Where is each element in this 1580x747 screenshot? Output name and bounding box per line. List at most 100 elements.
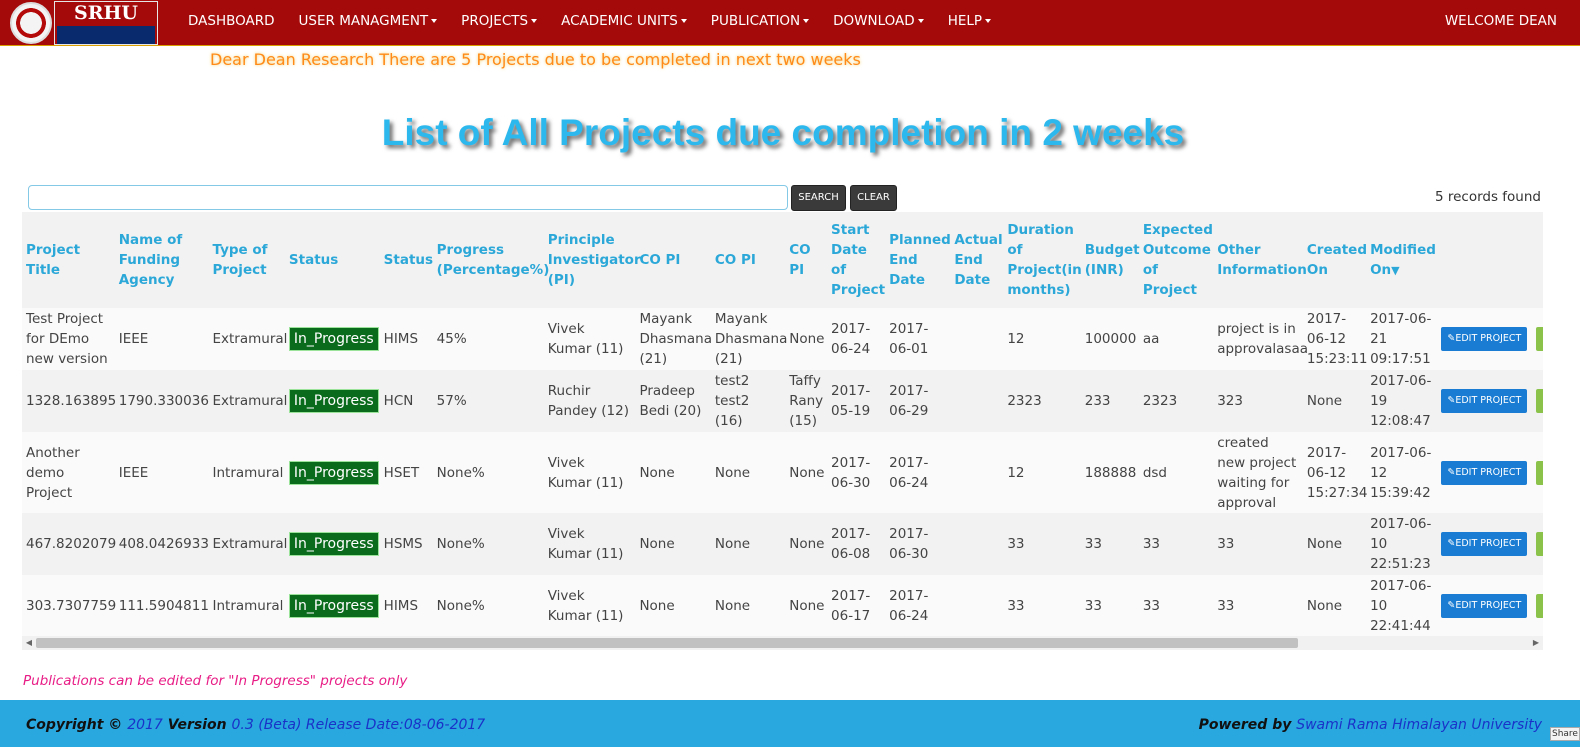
horizontal-scrollbar[interactable]: ◀ ▶ bbox=[22, 636, 1543, 650]
table-cell: 2017-06-08 bbox=[827, 513, 886, 575]
scroll-left-icon[interactable]: ◀ bbox=[22, 636, 36, 650]
table-cell: 2017-06-30 bbox=[885, 513, 951, 575]
column-header[interactable]: Start Date of Project bbox=[827, 212, 886, 308]
table-cell: None bbox=[785, 432, 828, 513]
column-header[interactable]: Progress (Percentage%) bbox=[432, 212, 549, 308]
column-header[interactable]: Duration of Project(in months) bbox=[1003, 212, 1082, 308]
welcome-user-menu[interactable]: WELCOME DEAN bbox=[1445, 0, 1557, 42]
nav-item-help[interactable]: HELP bbox=[936, 0, 1003, 46]
main-nav: DASHBOARD USER MANAGMENT PROJECTS ACADEMIC … bbox=[176, 0, 1003, 46]
nav-item-label: HELP bbox=[947, 13, 983, 29]
table-cell: None bbox=[635, 575, 711, 637]
column-header[interactable]: Actual End Date bbox=[950, 212, 1004, 308]
table-cell: HSET bbox=[379, 432, 433, 513]
edit-project-label: EDIT PROJECT bbox=[1455, 395, 1522, 406]
column-header[interactable]: Project Title bbox=[22, 212, 115, 308]
projects-table: Project Title Name of Funding Agency Type … bbox=[22, 212, 1543, 637]
column-header[interactable]: Created On bbox=[1302, 212, 1367, 308]
column-header[interactable]: Name of Funding Agency bbox=[114, 212, 209, 308]
table-cell bbox=[950, 432, 1004, 513]
column-header[interactable]: Type of Project bbox=[208, 212, 285, 308]
column-header[interactable]: Other Information bbox=[1213, 212, 1307, 308]
table-cell: aa bbox=[1138, 308, 1214, 370]
column-header[interactable]: CO PI bbox=[710, 212, 786, 308]
table-cell: None bbox=[785, 513, 828, 575]
edit-project-label: EDIT PROJECT bbox=[1455, 538, 1522, 549]
column-header-label: Expected Outcome of Project bbox=[1142, 222, 1213, 298]
column-header-label: Name of Funding Agency bbox=[118, 232, 183, 288]
column-header[interactable]: Planned End Date bbox=[885, 212, 951, 308]
add-publication-button[interactable]: +ADD bbox=[1536, 327, 1543, 351]
table-cell: IEEE bbox=[114, 432, 209, 513]
nav-item-projects[interactable]: PROJECTS bbox=[449, 0, 549, 46]
nav-item-academic-units[interactable]: ACADEMIC UNITS bbox=[549, 0, 699, 46]
copyright-label: Copyright © bbox=[26, 717, 123, 733]
footer-powered-by: Powered by Swami Rama Himalayan Universi… bbox=[1199, 717, 1542, 733]
add-publication-button[interactable]: +ADD bbox=[1536, 532, 1543, 556]
search-button[interactable]: SEARCH bbox=[791, 185, 846, 211]
table-cell: In_Progress bbox=[284, 370, 380, 432]
table-cell: Vivek Kumar (11) bbox=[543, 432, 636, 513]
nav-item-label: ACADEMIC UNITS bbox=[561, 13, 678, 29]
column-header[interactable]: CO PI bbox=[785, 212, 828, 308]
edit-project-button[interactable]: ✎EDIT PROJECT bbox=[1441, 389, 1528, 413]
nav-item-download[interactable]: DOWNLOAD bbox=[821, 0, 936, 46]
add-publication-button[interactable]: +ADD bbox=[1536, 460, 1543, 485]
clear-button[interactable]: CLEAR bbox=[850, 185, 897, 211]
add-publication-button[interactable]: +ADD bbox=[1536, 389, 1543, 413]
column-header-label: CO PI bbox=[789, 242, 811, 278]
table-cell: 303.7307759 bbox=[22, 575, 116, 637]
table-cell: Vivek Kumar (11) bbox=[543, 308, 636, 370]
table-cell: 12 bbox=[1003, 308, 1081, 370]
column-header-label: Modified On bbox=[1370, 241, 1436, 278]
column-header[interactable]: Status bbox=[379, 212, 433, 308]
table-cell: 111.5904811 bbox=[114, 575, 209, 637]
table-cell: HIMS bbox=[379, 308, 433, 370]
sort-desc-icon: ▼ bbox=[1391, 263, 1400, 277]
edit-project-button[interactable]: ✎EDIT PROJECT bbox=[1441, 460, 1528, 485]
column-header-label: Created On bbox=[1306, 242, 1367, 278]
table-cell: None bbox=[785, 308, 828, 370]
add-publication-button[interactable]: +ADD bbox=[1536, 594, 1543, 618]
plus-icon: + bbox=[1542, 538, 1543, 549]
table-cell: 408.0426933 bbox=[114, 513, 209, 575]
table-cell: 33 bbox=[1213, 513, 1303, 575]
table-cell bbox=[950, 308, 1004, 370]
search-input[interactable] bbox=[28, 185, 788, 210]
column-header[interactable]: Budget (INR) bbox=[1080, 212, 1140, 308]
edit-cell: ✎EDIT PROJECT bbox=[1437, 513, 1533, 575]
nav-item-label: PUBLICATION bbox=[710, 13, 801, 29]
column-header-label: Type of Project bbox=[212, 242, 268, 278]
powered-by-label: Powered by bbox=[1198, 717, 1292, 733]
edit-cell: ✎EDIT PROJECT bbox=[1437, 432, 1533, 513]
table-cell: None bbox=[635, 513, 711, 575]
table-cell: Extramural bbox=[208, 513, 287, 575]
table-row: 1328.163895 1790.330036 Extramural In_Progr… bbox=[22, 370, 1543, 432]
column-header[interactable]: CO PI bbox=[635, 212, 711, 308]
column-header[interactable]: Expected Outcome of Project bbox=[1138, 212, 1214, 308]
column-header-label: Progress (Percentage%) bbox=[436, 242, 550, 278]
table-cell: None bbox=[1302, 513, 1367, 575]
share-button[interactable]: Share bbox=[1550, 727, 1580, 741]
university-link[interactable]: Swami Rama Himalayan University bbox=[1296, 717, 1542, 733]
nav-item-publication[interactable]: PUBLICATION bbox=[699, 0, 821, 46]
table-cell: 33 bbox=[1080, 513, 1139, 575]
nav-item-user-managment[interactable]: USER MANAGMENT bbox=[287, 0, 450, 46]
column-header[interactable]: Modified On▼ bbox=[1366, 212, 1438, 308]
edit-project-button[interactable]: ✎EDIT PROJECT bbox=[1441, 532, 1528, 556]
column-header-label: Status bbox=[288, 252, 339, 268]
university-logo[interactable]: SRHU bbox=[10, 0, 158, 46]
actions-header-add bbox=[1532, 212, 1543, 308]
table-cell: 2017-06-17 bbox=[827, 575, 886, 637]
scroll-right-icon[interactable]: ▶ bbox=[1529, 636, 1543, 650]
column-header[interactable]: Status bbox=[284, 212, 380, 308]
table-cell: None bbox=[710, 432, 786, 513]
nav-item-label: USER MANAGMENT bbox=[298, 13, 429, 29]
column-header-label: Start Date of Project bbox=[831, 222, 886, 298]
column-header[interactable]: Principle Investigator (PI) bbox=[543, 212, 641, 308]
scroll-thumb[interactable] bbox=[36, 638, 1298, 648]
edit-cell: ✎EDIT PROJECT bbox=[1437, 370, 1533, 432]
edit-project-button[interactable]: ✎EDIT PROJECT bbox=[1441, 327, 1528, 351]
edit-project-button[interactable]: ✎EDIT PROJECT bbox=[1441, 594, 1528, 618]
nav-item-dashboard[interactable]: DASHBOARD bbox=[176, 0, 287, 46]
